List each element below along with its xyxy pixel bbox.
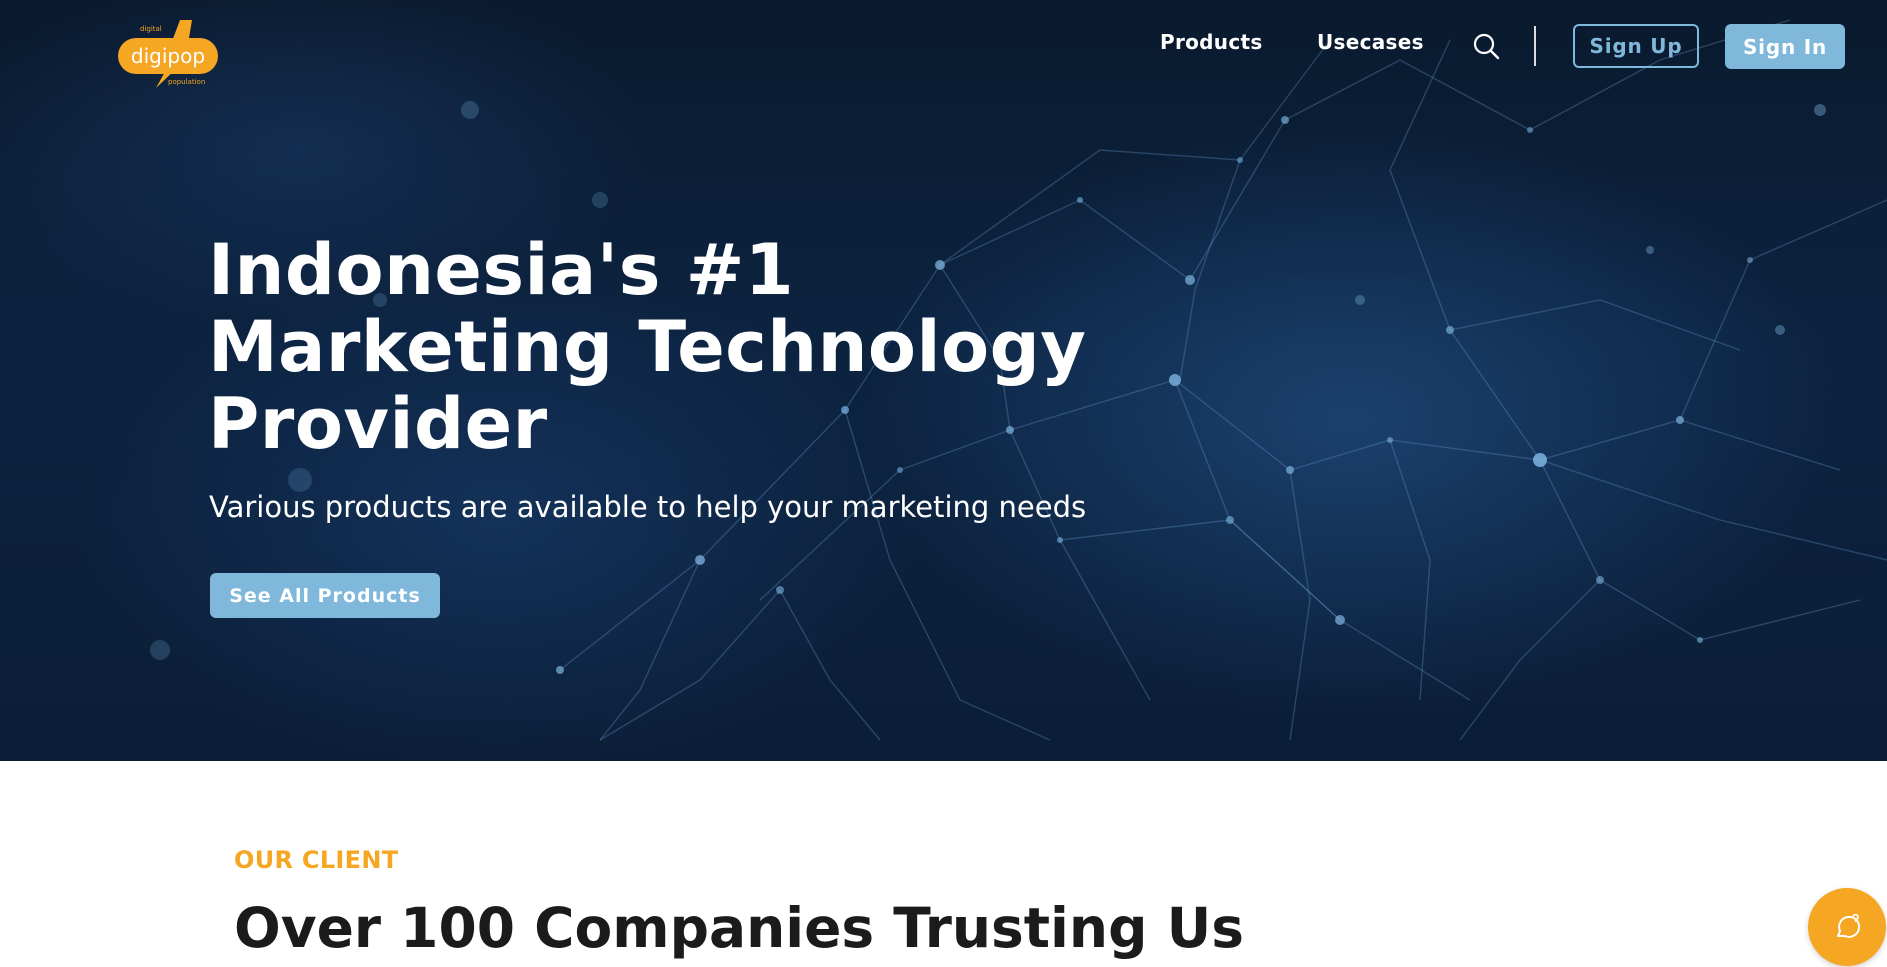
nav-usecases-link[interactable]: Usecases — [1317, 30, 1424, 54]
chat-widget-button[interactable] — [1808, 888, 1886, 966]
sign-in-button[interactable]: Sign In — [1725, 24, 1845, 69]
hero-section: digipop digital population Products Usec… — [0, 0, 1887, 761]
logo-wordmark: digipop — [131, 44, 205, 68]
nav-products-link[interactable]: Products — [1160, 30, 1263, 54]
chat-bubble-icon — [1837, 914, 1861, 938]
hero-headline-line-3: Provider — [208, 383, 548, 465]
see-all-products-button[interactable]: See All Products — [210, 573, 440, 618]
search-icon[interactable] — [1472, 32, 1500, 60]
nav-divider — [1534, 26, 1536, 66]
hero-subtitle: Various products are available to help y… — [209, 490, 1087, 524]
sign-up-button[interactable]: Sign Up — [1573, 24, 1699, 68]
logo-mark-icon: digipop digital population — [118, 20, 218, 88]
page: digipop digital population Products Usec… — [0, 0, 1887, 967]
logo-tagline-bottom: population — [168, 78, 205, 86]
hero-headline-line-1: Indonesia's #1 — [208, 229, 795, 311]
hero-headline: Indonesia's #1 Marketing Technology Prov… — [208, 232, 1208, 463]
clients-title: Over 100 Companies Trusting Us — [234, 896, 1244, 960]
hero-headline-line-2: Marketing Technology — [208, 306, 1087, 388]
logo-tagline-top: digital — [140, 25, 162, 33]
digipop-logo[interactable]: digipop digital population — [118, 16, 224, 92]
clients-eyebrow: OUR CLIENT — [234, 846, 399, 874]
